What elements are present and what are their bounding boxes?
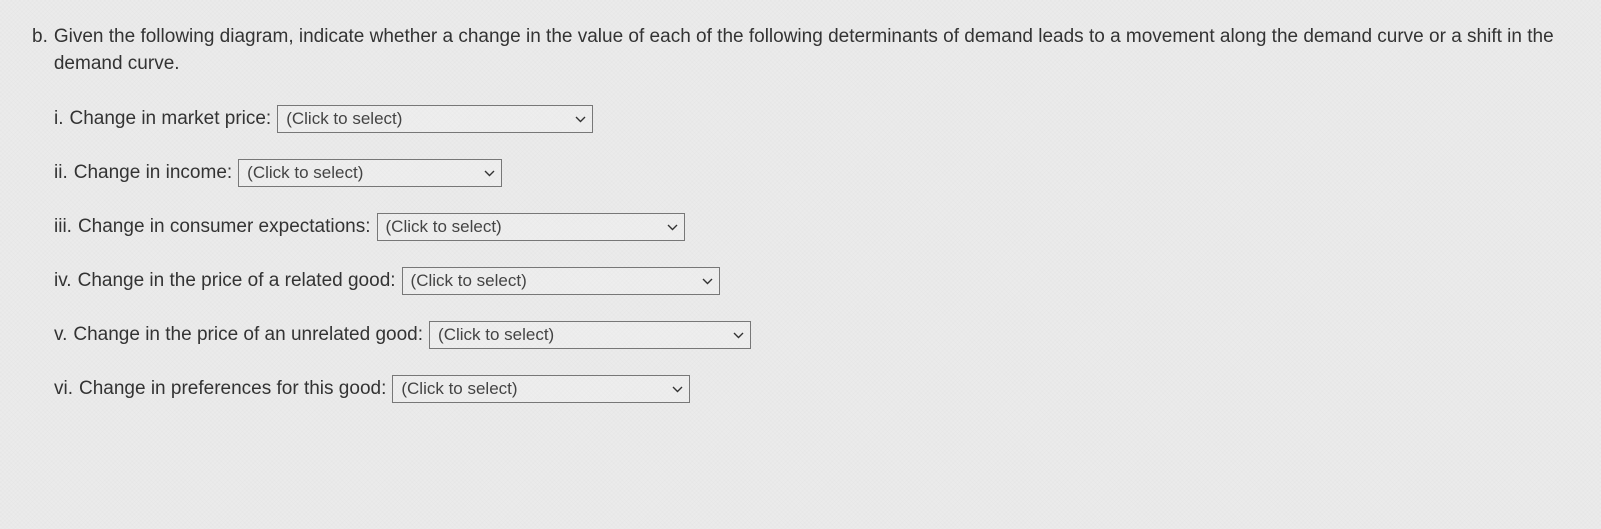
chevron-down-icon xyxy=(667,224,678,231)
select-placeholder: (Click to select) xyxy=(401,377,664,401)
select-preferences[interactable]: (Click to select) xyxy=(392,375,690,403)
select-placeholder: (Click to select) xyxy=(438,323,725,347)
item-marker: ii. xyxy=(54,160,68,187)
item-marker: v. xyxy=(54,322,67,349)
select-unrelated-good[interactable]: (Click to select) xyxy=(429,321,751,349)
question-item-6: vi. Change in preferences for this good:… xyxy=(54,375,1569,403)
item-marker: vi. xyxy=(54,376,73,403)
question-item-3: iii. Change in consumer expectations: (C… xyxy=(54,213,1569,241)
chevron-down-icon xyxy=(733,332,744,339)
select-placeholder: (Click to select) xyxy=(247,161,476,185)
select-expectations[interactable]: (Click to select) xyxy=(377,213,685,241)
item-label: Change in market price: xyxy=(70,106,272,133)
item-label: Change in consumer expectations: xyxy=(78,214,371,241)
item-label: Change in the price of a related good: xyxy=(78,268,396,295)
item-marker: iii. xyxy=(54,214,72,241)
question-item-2: ii. Change in income: (Click to select) xyxy=(54,159,1569,187)
select-placeholder: (Click to select) xyxy=(411,269,694,293)
question-item-1: i. Change in market price: (Click to sel… xyxy=(54,105,1569,133)
chevron-down-icon xyxy=(702,278,713,285)
item-label: Change in the price of an unrelated good… xyxy=(73,322,423,349)
select-placeholder: (Click to select) xyxy=(386,215,659,239)
question-intro: b. Given the following diagram, indicate… xyxy=(32,24,1569,77)
question-item-4: iv. Change in the price of a related goo… xyxy=(54,267,1569,295)
select-income[interactable]: (Click to select) xyxy=(238,159,502,187)
question-marker: b. xyxy=(32,24,48,77)
item-label: Change in preferences for this good: xyxy=(79,376,386,403)
select-placeholder: (Click to select) xyxy=(286,107,567,131)
question-item-5: v. Change in the price of an unrelated g… xyxy=(54,321,1569,349)
chevron-down-icon xyxy=(672,386,683,393)
select-related-good[interactable]: (Click to select) xyxy=(402,267,720,295)
item-marker: iv. xyxy=(54,268,72,295)
chevron-down-icon xyxy=(575,116,586,123)
item-label: Change in income: xyxy=(74,160,232,187)
select-market-price[interactable]: (Click to select) xyxy=(277,105,593,133)
question-text: Given the following diagram, indicate wh… xyxy=(54,24,1569,77)
chevron-down-icon xyxy=(484,170,495,177)
item-marker: i. xyxy=(54,106,64,133)
